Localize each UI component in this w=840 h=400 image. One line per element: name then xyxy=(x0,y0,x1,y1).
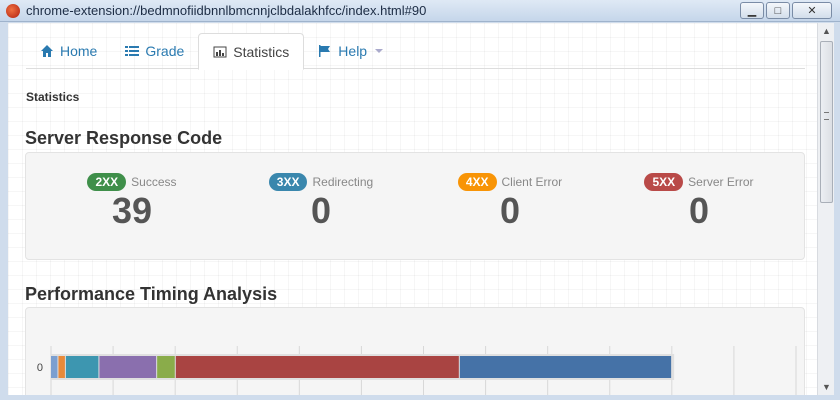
timing-heading: Performance Timing Analysis xyxy=(25,284,278,304)
window-titlebar: chrome-extension://bedmnofiidbnnlbmcnnjc… xyxy=(0,0,840,22)
maximize-button[interactable]: □ xyxy=(766,2,790,19)
response-count: 0 xyxy=(499,190,521,231)
response-code-heading: Server Response Code xyxy=(25,128,223,148)
window-title: chrome-extension://bedmnofiidbnnlbmcnnjc… xyxy=(26,3,427,18)
tab-grade-label: Grade xyxy=(145,43,185,59)
tab-statistics-label: Statistics xyxy=(233,43,290,60)
bar-chart-icon xyxy=(213,45,227,59)
timing-panel: 0 xyxy=(25,307,805,395)
tab-grade[interactable]: Grade xyxy=(111,33,198,69)
response-label: Client Error xyxy=(501,175,563,189)
response-2xx: 2XX Success 39 xyxy=(42,173,222,231)
tab-statistics[interactable]: Statistics xyxy=(198,33,305,70)
timing-bar-segment-0[interactable] xyxy=(51,356,58,378)
flag-icon xyxy=(318,44,332,58)
close-button[interactable]: ✕ xyxy=(792,2,832,19)
chevron-down-icon xyxy=(375,49,384,53)
app-icon xyxy=(6,4,20,18)
scroll-up-icon[interactable]: ▲ xyxy=(818,23,835,39)
page-title: Statistics xyxy=(26,90,80,104)
y-tick-label: 0 xyxy=(37,362,43,374)
response-count: 39 xyxy=(111,190,153,231)
tab-home[interactable]: Home xyxy=(26,33,111,69)
status-badge: 4XX xyxy=(457,173,497,191)
home-icon xyxy=(40,44,54,58)
timing-bar-segment-3[interactable] xyxy=(99,356,157,378)
response-label: Server Error xyxy=(688,175,754,189)
nav-tabs: Home Grade Statistics Help xyxy=(26,33,805,70)
status-badge: 2XX xyxy=(87,173,127,191)
status-badge: 3XX xyxy=(268,173,308,191)
response-label: Success xyxy=(131,175,177,189)
response-count: 0 xyxy=(310,190,332,231)
vertical-scrollbar[interactable]: ▲ ▼ xyxy=(817,23,834,395)
timing-bar-segment-1[interactable] xyxy=(58,356,65,378)
response-4xx: 4XX Client Error 0 xyxy=(420,173,600,231)
timing-chart: 0 xyxy=(37,346,797,395)
response-code-panel: 2XX Success 39 3XX Redirecting 0 4XX Cli… xyxy=(25,152,805,260)
page-viewport: Home Grade Statistics Help Statistics Se… xyxy=(8,23,817,395)
window-controls: ▁ □ ✕ xyxy=(740,2,832,19)
timing-bar-segment-5[interactable] xyxy=(175,356,459,378)
tab-help[interactable]: Help xyxy=(304,33,397,69)
tab-home-label: Home xyxy=(60,43,98,59)
scroll-grip-icon xyxy=(824,112,829,120)
timing-bar-segment-2[interactable] xyxy=(65,356,99,378)
timing-bar-segment-4[interactable] xyxy=(157,356,175,378)
scroll-thumb[interactable] xyxy=(820,41,833,203)
response-3xx: 3XX Redirecting 0 xyxy=(231,173,411,231)
response-count: 0 xyxy=(688,190,710,231)
response-label: Redirecting xyxy=(312,175,374,189)
minimize-button[interactable]: ▁ xyxy=(740,2,764,19)
response-5xx: 5XX Server Error 0 xyxy=(609,173,789,231)
tab-help-label: Help xyxy=(338,43,368,59)
scroll-down-icon[interactable]: ▼ xyxy=(818,379,835,395)
list-icon xyxy=(125,44,140,58)
status-badge: 5XX xyxy=(644,173,684,191)
timing-bar-segment-6[interactable] xyxy=(459,356,672,378)
